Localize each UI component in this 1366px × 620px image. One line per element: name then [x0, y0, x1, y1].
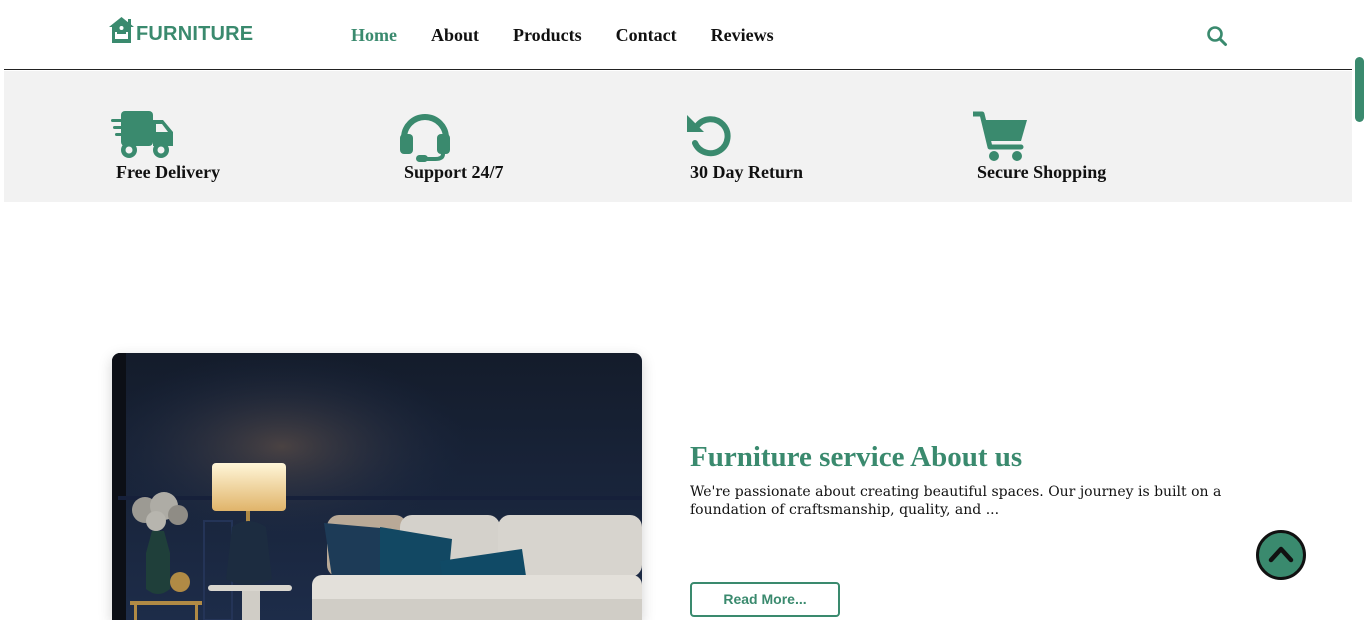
logo-text: FURNITURE	[136, 23, 254, 45]
nav-reviews[interactable]: Reviews	[711, 24, 774, 46]
about-description: We're passionate about creating beautifu…	[690, 484, 1222, 518]
nav-home[interactable]: Home	[351, 24, 397, 46]
search-icon	[1207, 26, 1227, 46]
page: FURNITURE Home About Products Contact Re…	[4, 0, 1352, 620]
house-logo-icon	[109, 17, 134, 43]
page-scrollbar[interactable]	[1352, 0, 1366, 620]
shopping-cart-icon	[973, 111, 1027, 161]
site-header: FURNITURE Home About Products Contact Re…	[4, 0, 1352, 70]
back-to-top-button[interactable]	[1256, 530, 1306, 580]
feature-label: Secure Shopping	[977, 162, 1107, 182]
feature-label: Free Delivery	[116, 162, 221, 182]
about-title: Furniture service About us	[690, 441, 1023, 473]
search-button[interactable]	[1206, 25, 1228, 47]
features-bar: Free Delivery Support 24/7 30 Day Return	[4, 71, 1352, 202]
feature-label: Support 24/7	[404, 162, 504, 182]
scrollbar-thumb[interactable]	[1355, 57, 1364, 122]
nav-about[interactable]: About	[431, 24, 479, 46]
headset-icon	[400, 114, 450, 162]
nav-contact[interactable]: Contact	[616, 24, 677, 46]
nav-products[interactable]: Products	[513, 24, 582, 46]
logo[interactable]: FURNITURE	[108, 16, 253, 44]
living-room-photo	[112, 353, 642, 620]
read-more-button[interactable]: Read More...	[690, 582, 840, 617]
return-arrow-icon	[687, 115, 731, 157]
feature-label: 30 Day Return	[690, 162, 803, 182]
main-nav: Home About Products Contact Reviews	[351, 24, 808, 46]
delivery-truck-icon	[111, 111, 173, 158]
chevron-up-icon	[1268, 546, 1294, 563]
